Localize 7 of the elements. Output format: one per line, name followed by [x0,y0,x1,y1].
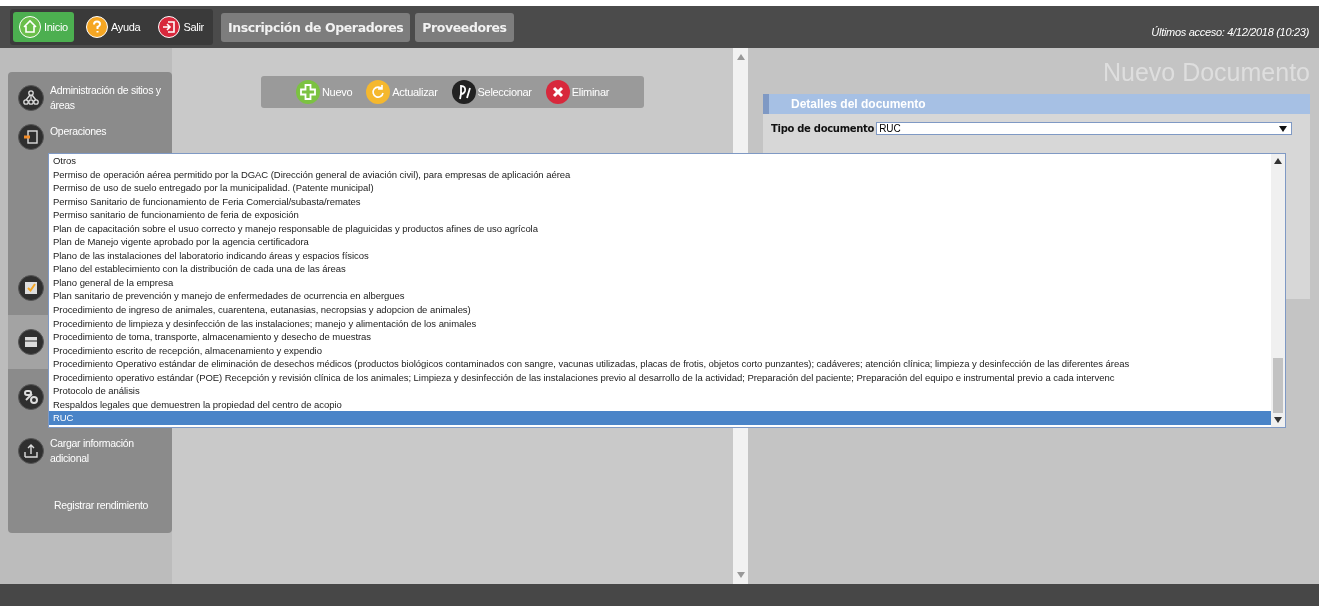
last-access-text: Últimos acceso: 4/12/2018 (10:23) [1151,26,1309,38]
field-label: Tipo de documento [771,123,875,134]
sidebar-label: Operaciones [50,123,107,139]
sidebar-label: Cargar información adicional [50,436,135,467]
sidebar-label: Registrar rendimiento [53,498,149,514]
section-header: Detalles del documento [763,94,1310,114]
sidebar-label: Administración de sitios y áreas [50,82,162,113]
